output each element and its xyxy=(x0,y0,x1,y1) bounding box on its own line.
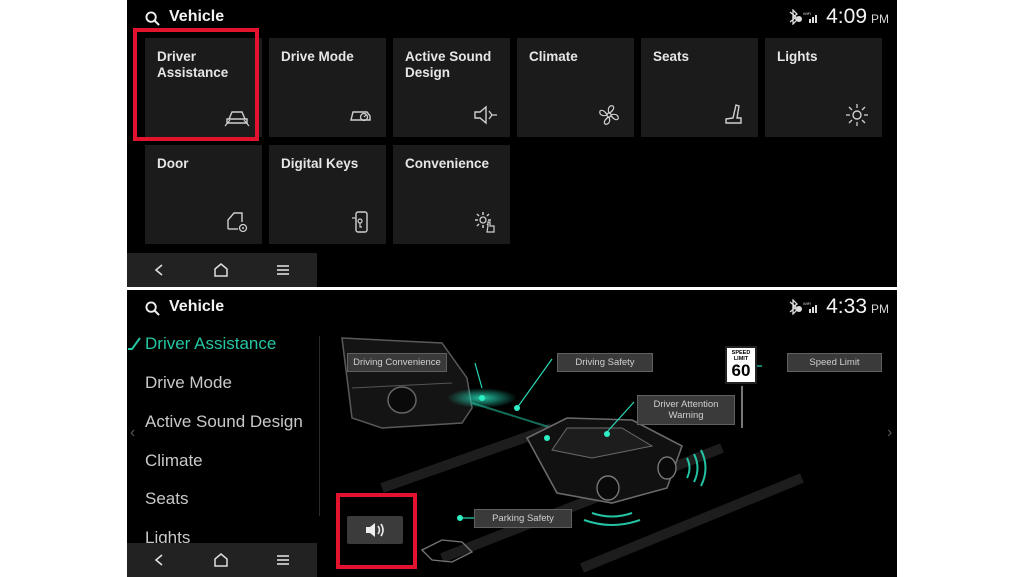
callout-driving-safety[interactable]: Driving Safety xyxy=(557,353,653,372)
status-area: WiFi 4:33 PM xyxy=(786,295,889,319)
menu-item-climate[interactable]: Climate xyxy=(145,451,203,471)
highlight-box-driver-assistance xyxy=(133,28,259,141)
seat-icon xyxy=(725,104,742,124)
speed-limit-sign: SPEED LIMIT 60 xyxy=(725,346,757,384)
bottom-nav-bar xyxy=(127,253,317,287)
clock-ampm: PM xyxy=(871,12,889,26)
tile-label: Convenience xyxy=(405,156,490,171)
bluetooth-signal-icon: WiFi xyxy=(789,9,818,25)
search-icon[interactable] xyxy=(145,301,160,316)
back-icon[interactable] xyxy=(149,261,169,279)
active-check-icon xyxy=(128,337,141,350)
menu-item-active-sound-design[interactable]: Active Sound Design xyxy=(145,412,303,432)
clock-time: 4:09 xyxy=(826,5,867,28)
home-icon[interactable] xyxy=(211,261,231,279)
page-title: Vehicle xyxy=(169,8,225,25)
menu-item-driver-assistance[interactable]: Driver Assistance xyxy=(145,334,276,354)
menu-item-drive-mode[interactable]: Drive Mode xyxy=(145,373,232,393)
door-settings-icon xyxy=(227,212,248,233)
digital-key-icon xyxy=(352,211,368,233)
vehicle-settings-grid-screen: Vehicle WiFi 4:09 PM Driver Assistance D… xyxy=(127,0,897,287)
tile-convenience[interactable]: Convenience xyxy=(393,145,510,244)
tile-door[interactable]: Door xyxy=(145,145,262,244)
light-icon xyxy=(846,104,868,126)
highlight-box-sound-button xyxy=(336,493,417,569)
menu-item-seats[interactable]: Seats xyxy=(145,489,188,509)
tile-digital-keys[interactable]: Digital Keys xyxy=(269,145,386,244)
driver-assistance-screen: Vehicle WiFi 4:33 PM Driver Assistance D… xyxy=(127,290,897,577)
tile-label: Climate xyxy=(529,49,578,64)
tile-lights[interactable]: Lights xyxy=(765,38,882,137)
scroll-left-icon: ‹ xyxy=(130,424,136,441)
status-area: WiFi 4:09 PM xyxy=(786,5,889,29)
clock-ampm: PM xyxy=(871,302,889,316)
search-icon[interactable] xyxy=(145,11,160,26)
tile-drive-mode[interactable]: Drive Mode xyxy=(269,38,386,137)
tile-climate[interactable]: Climate xyxy=(517,38,634,137)
tile-label: Door xyxy=(157,156,189,171)
menu-divider xyxy=(319,336,320,516)
tile-label: Digital Keys xyxy=(281,156,359,171)
bluetooth-signal-icon: WiFi xyxy=(789,299,818,315)
tile-label: Active Sound Design xyxy=(405,49,492,80)
callout-driver-attention-warning[interactable]: Driver Attention Warning xyxy=(637,395,735,425)
fan-icon xyxy=(599,105,619,125)
callout-speed-limit[interactable]: Speed Limit xyxy=(787,353,882,372)
back-icon[interactable] xyxy=(149,551,169,569)
tile-active-sound-design[interactable]: Active Sound Design xyxy=(393,38,510,137)
tile-label: Drive Mode xyxy=(281,49,354,64)
menu-icon[interactable] xyxy=(273,261,293,279)
top-bar: Vehicle WiFi 4:33 PM xyxy=(127,290,897,326)
svg-text:WiFi: WiFi xyxy=(803,301,811,306)
bottom-nav-bar xyxy=(127,543,317,577)
page-title: Vehicle xyxy=(169,298,225,315)
svg-text:WiFi: WiFi xyxy=(803,11,811,16)
tile-label: Seats xyxy=(653,49,690,64)
speed-limit-value: 60 xyxy=(731,361,751,380)
callout-driving-convenience[interactable]: Driving Convenience xyxy=(347,353,447,372)
tile-label: Lights xyxy=(777,49,818,64)
tile-seats[interactable]: Seats xyxy=(641,38,758,137)
convenience-gear-icon xyxy=(475,212,495,233)
speaker-icon xyxy=(474,105,497,125)
callout-parking-safety[interactable]: Parking Safety xyxy=(474,509,572,528)
clock-time: 4:33 xyxy=(826,295,867,318)
drive-mode-icon xyxy=(350,111,371,122)
menu-icon[interactable] xyxy=(273,551,293,569)
home-icon[interactable] xyxy=(211,551,231,569)
